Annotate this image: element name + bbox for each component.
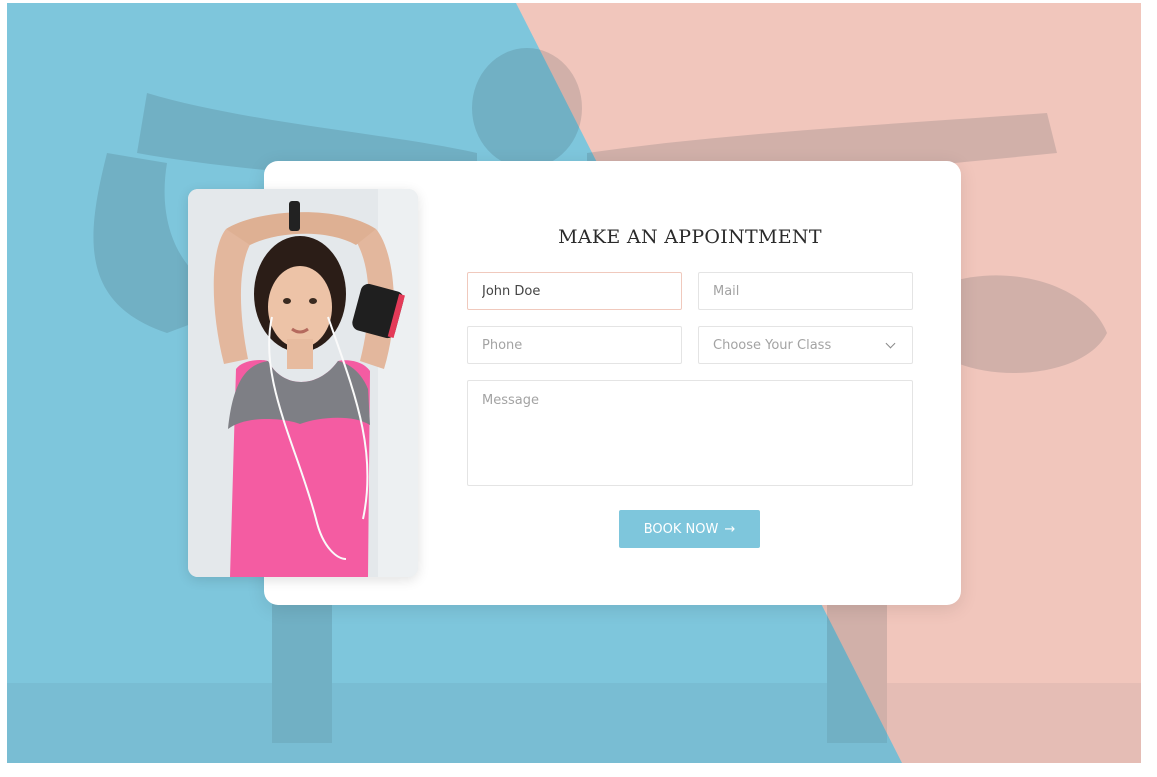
chevron-down-icon (885, 338, 896, 349)
name-input[interactable] (467, 272, 682, 310)
class-select[interactable]: Choose Your Class (698, 326, 913, 364)
fitness-woman-photo (188, 189, 418, 577)
class-select-value: Choose Your Class (713, 337, 832, 353)
mail-input[interactable] (698, 272, 913, 310)
phone-input[interactable] (467, 326, 682, 364)
book-now-label: BOOK NOW (643, 521, 719, 537)
message-textarea[interactable] (467, 380, 913, 486)
arrow-right-icon: → (724, 521, 736, 537)
book-now-button[interactable]: BOOK NOW → (619, 510, 760, 548)
form-title: MAKE AN APPOINTMENT (558, 226, 822, 248)
